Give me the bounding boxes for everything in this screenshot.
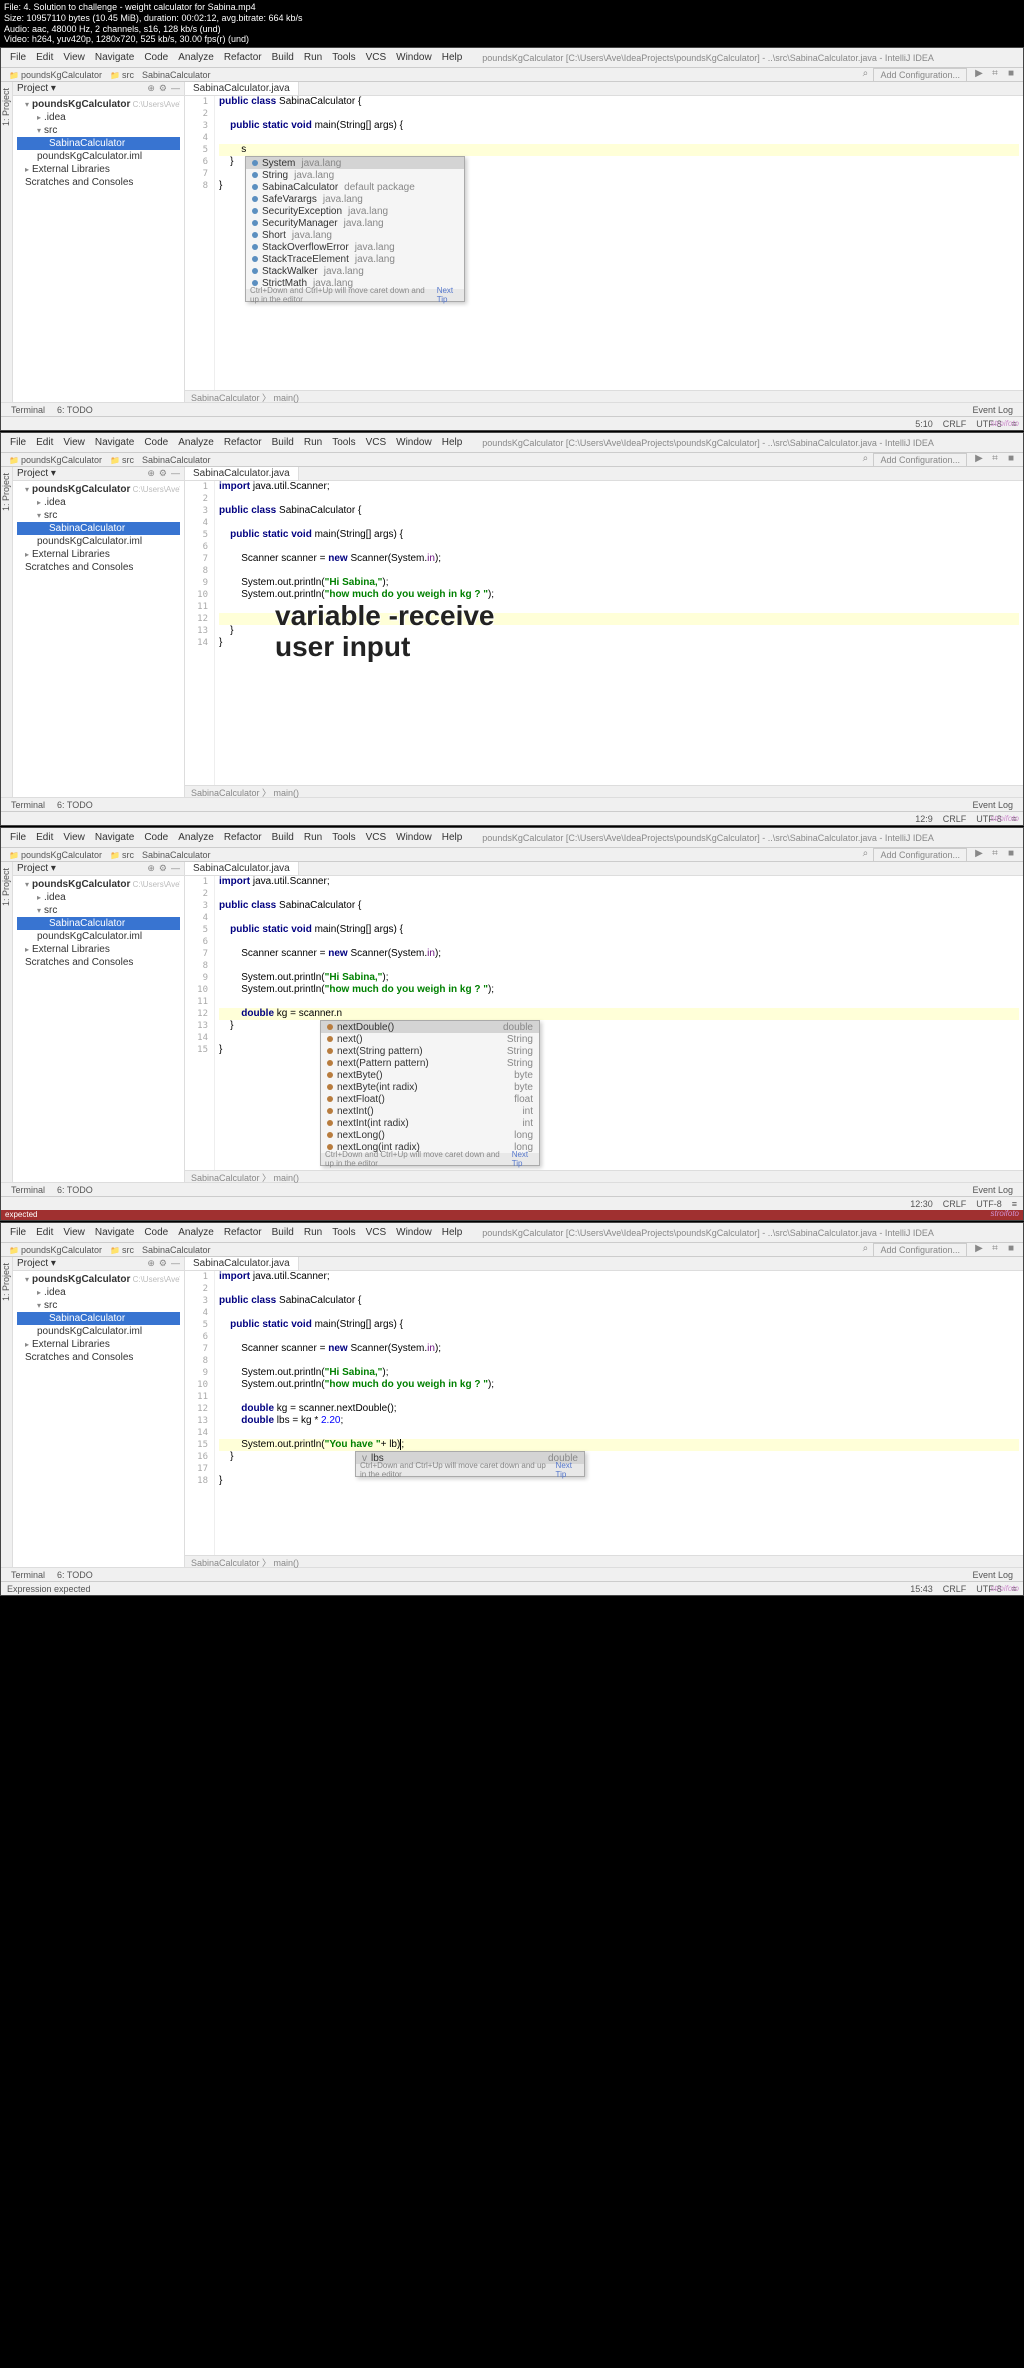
ide-window-3: FileEditViewNavigateCodeAnalyzeRefactorB… [0,827,1024,1221]
collapse-icon[interactable]: ⊕ [147,83,155,94]
terminal-tab[interactable]: Terminal [5,405,51,415]
tree-idea[interactable]: .idea [17,111,180,124]
breadcrumb-toolbar: poundsKgCalculator src SabinaCalculator … [1,68,1023,82]
annotation-text: variable -receive user input [275,601,495,663]
watermark: stroifoto [991,419,1019,428]
error-strip: expected [1,1210,1023,1220]
hide-icon[interactable]: — [171,83,180,94]
autocomplete-popup[interactable]: Systemjava.lang Stringjava.lang SabinaCa… [245,156,465,302]
breadcrumb-file[interactable]: SabinaCalculator [138,70,215,80]
autocomplete-popup-var[interactable]: vlbsdouble Ctrl+Down and Ctrl+Up will mo… [355,1451,585,1477]
debug-icon[interactable]: ⌗ [987,68,1003,82]
code-editor[interactable]: public class SabinaCalculator { public s… [215,96,1023,390]
tree-iml[interactable]: poundsKgCalculator.iml [17,150,180,163]
status-bar: 5:10CRLFUTF-8≡ [1,416,1023,430]
tree-scratches[interactable]: Scratches and Consoles [17,176,180,189]
file-info-header: File: 4. Solution to challenge - weight … [0,0,1024,47]
tool-window-bar[interactable]: Terminal6: TODO Event Log [1,402,1023,416]
breadcrumb-root[interactable]: poundsKgCalculator [5,70,106,80]
tree-root[interactable]: poundsKgCalculator C:\Users\Ave\IdeaProj… [17,98,180,111]
menubar[interactable]: FileEditViewNavigateCodeAnalyzeRefactorB… [1,48,1023,68]
ide-window-1: FileEditViewNavigateCodeAnalyzeRefactorB… [0,47,1024,431]
editor-area[interactable]: SabinaCalculator.java 12345678 public cl… [185,82,1023,402]
left-gutter-tabs[interactable]: 1: Project [1,82,13,402]
add-configuration-button[interactable]: Add Configuration... [873,68,967,82]
ide-window-4: FileEditViewNavigateCodeAnalyzeRefactorB… [0,1222,1024,1596]
editor-breadcrumb: SabinaCalculator 〉 main() [185,390,1023,402]
tree-src[interactable]: src [17,124,180,137]
tree-ext-libs[interactable]: External Libraries [17,163,180,176]
stop-icon[interactable]: ■ [1003,68,1019,82]
search-icon[interactable]: ⌕ [857,68,873,82]
breadcrumb-src[interactable]: src [106,70,138,80]
line-gutter: 12345678 [185,96,215,390]
tree-file-selected[interactable]: SabinaCalculator [17,137,180,150]
run-icon[interactable]: ▶ [971,68,987,82]
editor-tab[interactable]: SabinaCalculator.java [185,82,299,95]
window-path: poundsKgCalculator [C:\Users\Ave\IdeaPro… [477,53,1019,63]
status-message: Expression expected [7,1584,91,1594]
event-log-tab[interactable]: Event Log [966,405,1019,415]
ide-window-2: FileEditViewNavigateCodeAnalyzeRefactorB… [0,432,1024,826]
todo-tab[interactable]: 6: TODO [51,405,99,415]
autocomplete-popup-methods[interactable]: nextDouble()double next()String next(Str… [320,1020,540,1166]
project-panel[interactable]: Project ▾⊕⚙— poundsKgCalculator C:\Users… [13,82,185,402]
gear-icon[interactable]: ⚙ [159,83,167,94]
